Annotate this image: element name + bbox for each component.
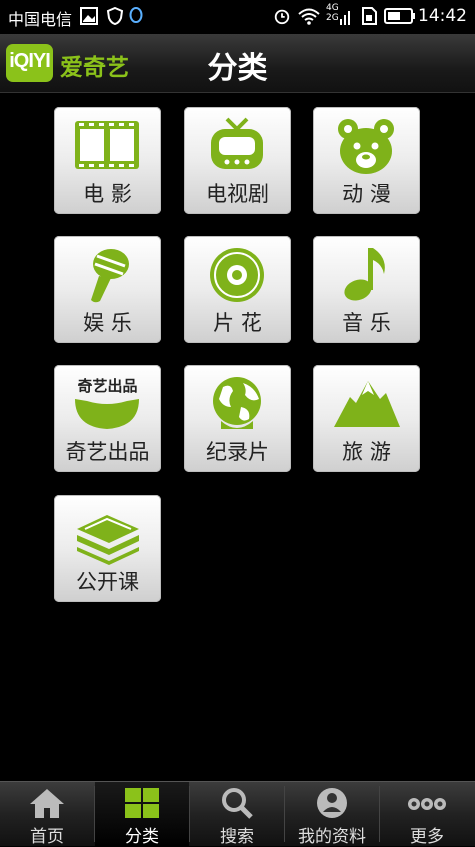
- category-label: 公开课: [76, 570, 139, 594]
- books-icon: [77, 515, 139, 565]
- category-label: 娱 乐: [83, 311, 132, 335]
- more-icon: [408, 798, 446, 810]
- category-label: 电 影: [83, 182, 132, 206]
- category-music[interactable]: 音 乐: [313, 236, 420, 343]
- music-note-icon: [344, 248, 385, 301]
- bottom-nav: 首页 分类 搜索 我的资料 更多: [0, 781, 475, 847]
- category-label: 片 花: [213, 311, 262, 335]
- category-label: 电视剧: [206, 182, 269, 206]
- qq-notification-icon: [129, 7, 143, 23]
- globe-icon: [213, 377, 261, 429]
- page-title: 分类: [207, 51, 268, 86]
- wifi-icon: [298, 8, 320, 25]
- battery-icon: [384, 8, 415, 24]
- category-label: 奇艺出品: [65, 440, 150, 464]
- profile-icon: [317, 788, 347, 818]
- image-notification-icon: [80, 7, 98, 25]
- signal-icon: [340, 11, 350, 25]
- nav-home[interactable]: 首页: [0, 782, 94, 847]
- nav-label: 我的资料: [298, 827, 366, 847]
- sim-icon: [362, 7, 377, 25]
- microphone-icon: [91, 249, 129, 303]
- category-documentary[interactable]: 纪录片: [184, 365, 291, 472]
- home-icon: [30, 789, 64, 818]
- network-type-label: 4G 2G: [326, 3, 339, 23]
- shield-notification-icon: [106, 7, 124, 25]
- disc-icon: [210, 248, 264, 302]
- category-tv-series[interactable]: 电视剧: [184, 107, 291, 214]
- nav-label: 更多: [410, 827, 444, 847]
- mountain-icon: [334, 381, 400, 427]
- category-entertainment[interactable]: 娱 乐: [54, 236, 161, 343]
- nav-categories[interactable]: 分类: [95, 782, 189, 847]
- grid-icon: [125, 788, 159, 818]
- category-trailers[interactable]: 片 花: [184, 236, 291, 343]
- nav-label: 首页: [30, 827, 64, 847]
- category-anime[interactable]: 动 漫: [313, 107, 420, 214]
- carrier-name: 中国电信: [8, 10, 73, 29]
- nav-search[interactable]: 搜索: [190, 782, 284, 847]
- nav-label: 搜索: [220, 827, 254, 847]
- bubble-text: 奇艺出品: [77, 377, 138, 395]
- category-movie[interactable]: 电 影: [54, 107, 161, 214]
- tv-icon: [211, 117, 263, 169]
- search-icon: [222, 788, 253, 819]
- app-header: iQIYI 爱奇艺 分类: [0, 34, 475, 93]
- category-label: 音 乐: [342, 311, 391, 335]
- category-label: 动 漫: [342, 182, 391, 206]
- category-label: 旅 游: [342, 440, 391, 464]
- bear-icon: [338, 119, 394, 174]
- film-icon: [75, 121, 139, 169]
- alarm-icon: [274, 9, 290, 25]
- category-label: 纪录片: [206, 440, 269, 464]
- nav-label: 分类: [125, 827, 159, 847]
- nav-profile[interactable]: 我的资料: [285, 782, 379, 847]
- status-bar: 中国电信 4G 2G 14:42: [0, 0, 475, 34]
- category-iqiyi-originals[interactable]: 奇艺出品 奇艺出品: [54, 365, 161, 472]
- nav-more[interactable]: 更多: [380, 782, 474, 847]
- clock: 14:42: [418, 6, 467, 26]
- category-open-courses[interactable]: 公开课: [54, 495, 161, 602]
- category-travel[interactable]: 旅 游: [313, 365, 420, 472]
